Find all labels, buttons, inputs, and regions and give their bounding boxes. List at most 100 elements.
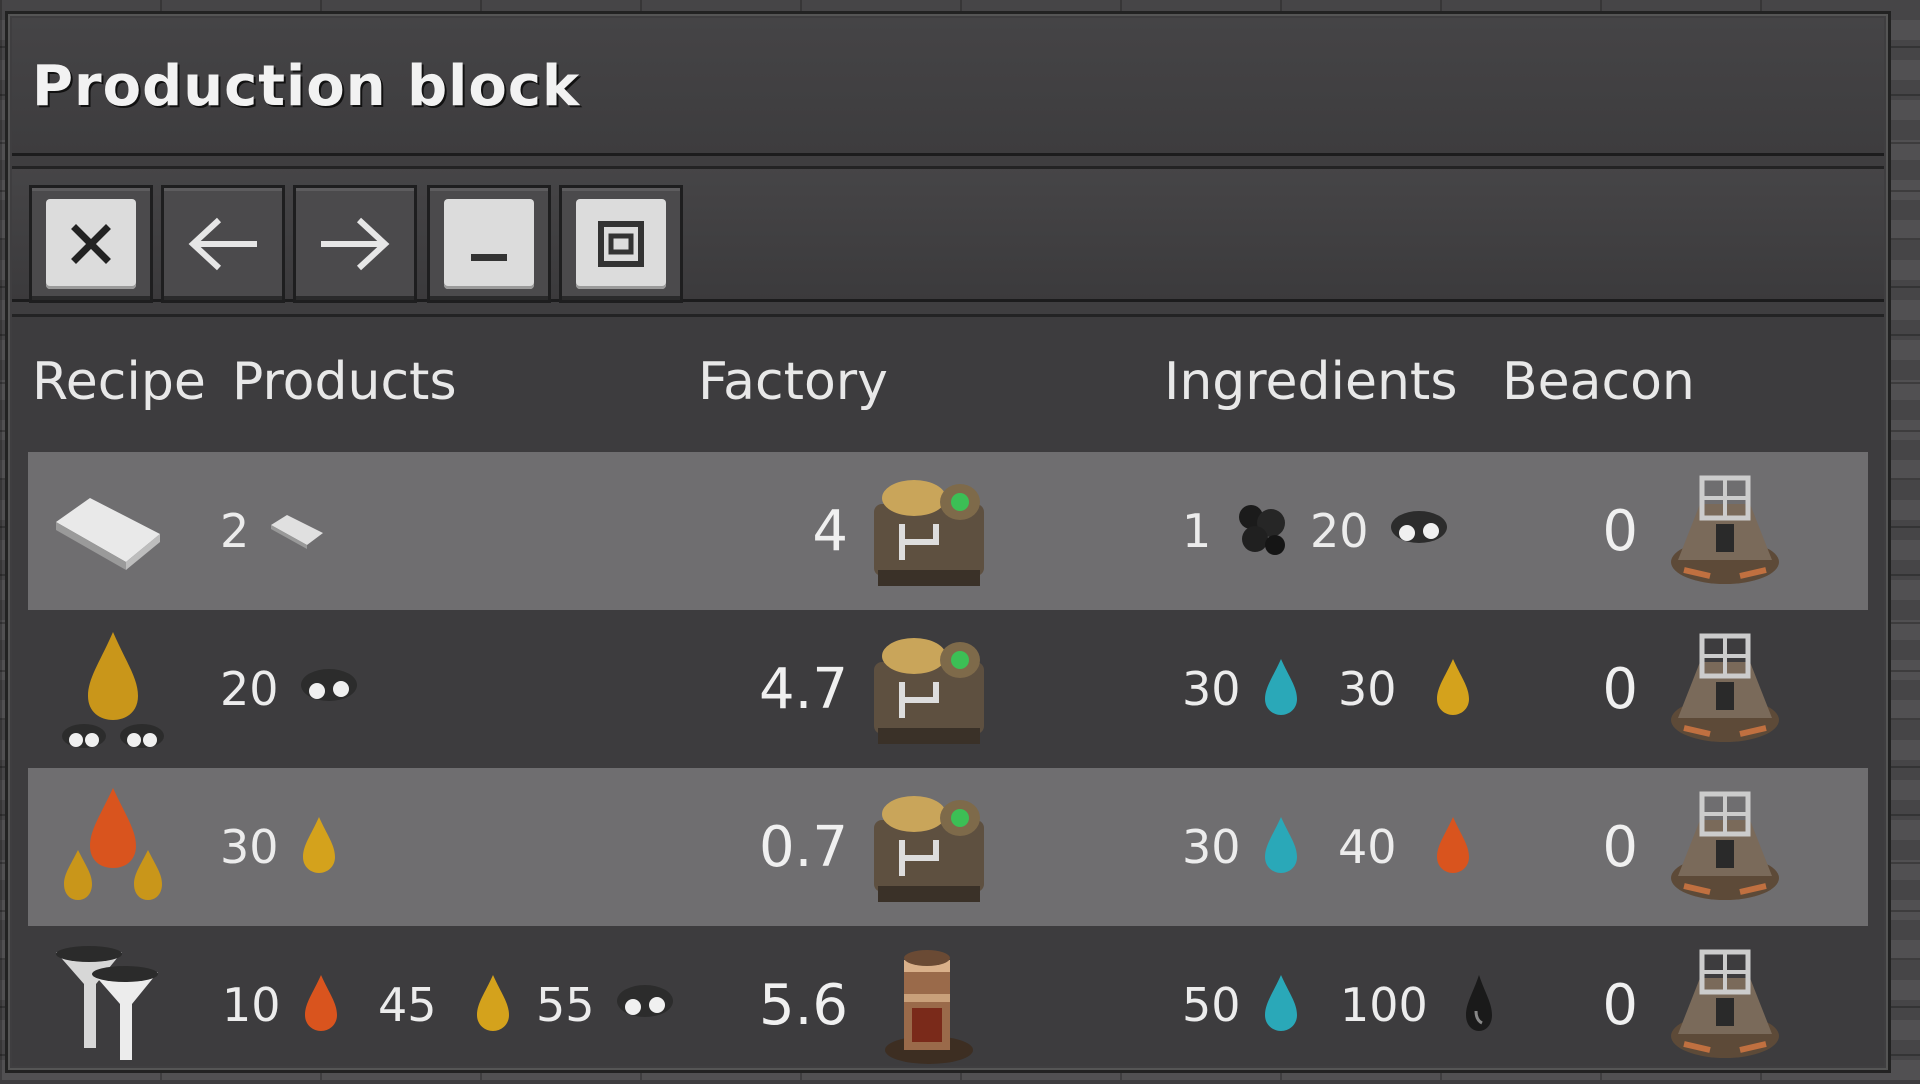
ingredient-amount: 30 xyxy=(1182,820,1241,874)
water-icon xyxy=(1259,813,1303,881)
beacon-count-value: 0 xyxy=(1602,972,1638,1038)
chemical-plant-icon xyxy=(864,622,994,756)
recipe-button[interactable] xyxy=(48,768,178,926)
beacon-icon xyxy=(1660,780,1790,914)
beacon-count: 0 xyxy=(1538,610,1638,768)
forward-button[interactable] xyxy=(296,188,414,300)
beacon-count-value: 0 xyxy=(1602,498,1638,564)
heavy-oil-cracking-icon xyxy=(48,780,178,914)
beacon-button[interactable] xyxy=(1660,768,1790,926)
petroleum-gas-icon xyxy=(297,665,361,713)
product-amount: 10 xyxy=(222,978,281,1032)
header-beacon[interactable]: Beacon xyxy=(1502,352,1695,412)
maximize-icon xyxy=(576,199,666,289)
ingredient-amount: 30 xyxy=(1182,662,1241,716)
beacon-count: 0 xyxy=(1538,768,1638,926)
light-oil-icon xyxy=(471,971,515,1039)
product-amount: 45 xyxy=(378,978,437,1032)
close-icon xyxy=(46,199,136,289)
product-amount: 2 xyxy=(220,504,250,558)
arrow-right-icon xyxy=(310,199,400,289)
ingredient-amount: 20 xyxy=(1310,504,1369,558)
beacon-button[interactable] xyxy=(1660,610,1790,768)
heavy-oil-icon xyxy=(299,971,343,1039)
product-item[interactable]: 55 xyxy=(536,926,677,1084)
ingredient-item[interactable]: 100 xyxy=(1340,926,1496,1084)
advanced-oil-processing-icon xyxy=(48,938,178,1072)
oil-refinery-icon xyxy=(874,938,984,1072)
chemical-plant-icon xyxy=(864,464,994,598)
ingredient-amount: 100 xyxy=(1340,978,1428,1032)
factory-button[interactable] xyxy=(864,610,994,768)
beacon-icon xyxy=(1660,938,1790,1072)
beacon-icon xyxy=(1660,622,1790,756)
factory-button[interactable] xyxy=(864,768,994,926)
header-recipe[interactable]: Recipe xyxy=(32,352,206,412)
beacon-count: 0 xyxy=(1538,926,1638,1084)
heavy-oil-icon xyxy=(1431,813,1475,881)
ingredient-amount: 40 xyxy=(1338,820,1397,874)
header-ingredients[interactable]: Ingredients xyxy=(1164,352,1457,412)
ingredient-item[interactable]: 30 xyxy=(1338,610,1475,768)
minimize-icon xyxy=(444,199,534,289)
factory-button[interactable] xyxy=(864,452,994,610)
plastic-bar-icon xyxy=(48,484,168,578)
header-factory[interactable]: Factory xyxy=(698,352,888,412)
production-table: Recipe Products Factory Ingredients Beac… xyxy=(12,314,1884,1066)
title-bar[interactable]: Production block xyxy=(12,18,1884,156)
light-oil-cracking-icon xyxy=(48,622,178,756)
recipe-button[interactable] xyxy=(48,610,178,768)
product-amount: 30 xyxy=(220,820,279,874)
ingredient-item[interactable]: 40 xyxy=(1338,768,1475,926)
table-row: 20 4.7 30 30 0 xyxy=(28,610,1868,768)
production-block-window: Production block Recipe Products Factory… xyxy=(8,14,1888,1070)
coal-icon xyxy=(1229,497,1293,565)
product-item[interactable]: 20 xyxy=(220,610,361,768)
ingredient-item[interactable]: 1 xyxy=(1182,452,1293,610)
arrow-left-icon xyxy=(178,199,268,289)
maximize-button[interactable] xyxy=(562,188,680,300)
header-products[interactable]: Products xyxy=(232,352,457,412)
product-item[interactable]: 30 xyxy=(220,768,341,926)
factory-count: 0.7 xyxy=(718,768,848,926)
table-row: 10 45 55 5.6 50 100 0 xyxy=(28,926,1868,1084)
factory-button[interactable] xyxy=(874,926,984,1084)
plastic-bar-icon xyxy=(267,507,327,555)
factory-count: 4.7 xyxy=(718,610,848,768)
ingredient-item[interactable]: 30 xyxy=(1182,768,1303,926)
product-amount: 20 xyxy=(220,662,279,716)
crude-oil-icon xyxy=(1462,971,1496,1039)
product-amount: 55 xyxy=(536,978,595,1032)
beacon-count: 0 xyxy=(1538,452,1638,610)
close-button[interactable] xyxy=(32,188,150,300)
product-item[interactable]: 2 xyxy=(220,452,327,610)
beacon-count-value: 0 xyxy=(1602,814,1638,880)
factory-count-value: 4 xyxy=(812,498,848,564)
light-oil-icon xyxy=(297,813,341,881)
ingredient-item[interactable]: 20 xyxy=(1310,452,1451,610)
beacon-count-value: 0 xyxy=(1602,656,1638,722)
beacon-button[interactable] xyxy=(1660,452,1790,610)
petroleum-gas-icon xyxy=(1387,507,1451,555)
beacon-button[interactable] xyxy=(1660,926,1790,1084)
recipe-button[interactable] xyxy=(48,452,168,610)
factory-count-value: 0.7 xyxy=(758,814,848,880)
product-item[interactable]: 45 xyxy=(378,926,515,1084)
ingredient-amount: 30 xyxy=(1338,662,1397,716)
back-button[interactable] xyxy=(164,188,282,300)
factory-count-value: 4.7 xyxy=(758,656,848,722)
table-row: 2 4 1 20 0 xyxy=(28,452,1868,610)
factory-count-value: 5.6 xyxy=(758,972,848,1038)
ingredient-item[interactable]: 50 xyxy=(1182,926,1303,1084)
minimize-button[interactable] xyxy=(430,188,548,300)
light-oil-icon xyxy=(1431,655,1475,723)
toolbar xyxy=(12,166,1884,302)
ingredient-item[interactable]: 30 xyxy=(1182,610,1303,768)
chemical-plant-icon xyxy=(864,780,994,914)
beacon-icon xyxy=(1660,464,1790,598)
ingredient-amount: 50 xyxy=(1182,978,1241,1032)
product-item[interactable]: 10 xyxy=(222,926,343,1084)
window-title: Production block xyxy=(32,54,581,119)
factory-count: 4 xyxy=(718,452,848,610)
recipe-button[interactable] xyxy=(48,926,178,1084)
